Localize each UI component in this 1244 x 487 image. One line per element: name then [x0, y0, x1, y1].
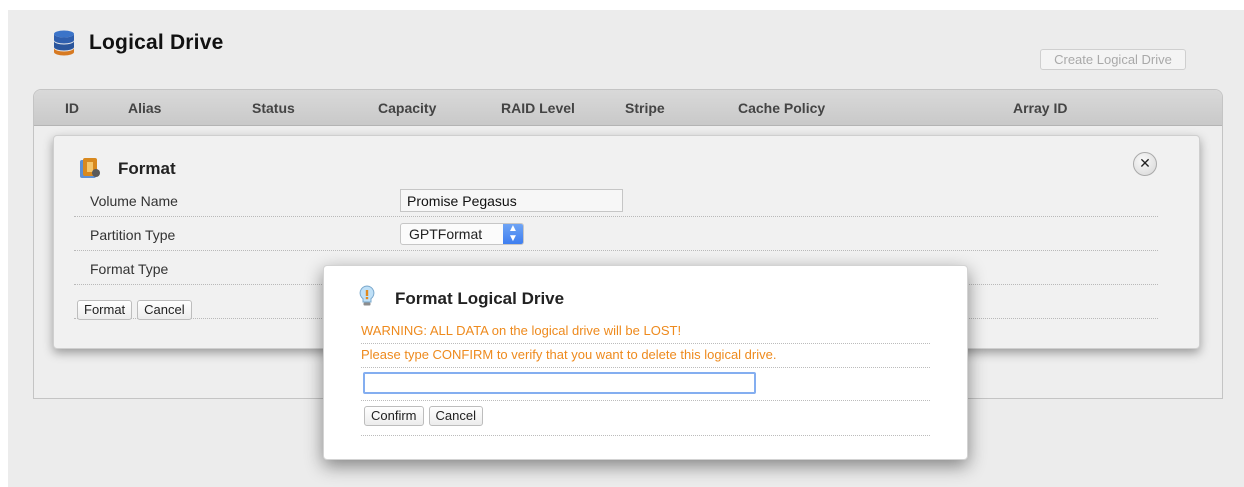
partition-type-label: Partition Type — [90, 227, 176, 243]
format-panel-title: Format — [118, 159, 176, 178]
partition-type-select[interactable]: GPTFormat ▲ ▼ — [400, 223, 524, 245]
volume-name-row: Volume Name Promise Pegasus — [74, 186, 1158, 217]
instruction-text: Please type CONFIRM to verify that you w… — [361, 346, 930, 368]
confirm-input[interactable] — [363, 372, 756, 394]
database-icon — [54, 30, 74, 56]
format-type-label: Format Type — [90, 261, 169, 277]
partition-type-value: GPTFormat — [409, 226, 483, 242]
column-header-cache-policy[interactable]: Cache Policy — [738, 90, 825, 126]
cancel-button[interactable]: Cancel — [137, 300, 192, 320]
column-header-status[interactable]: Status — [252, 90, 295, 126]
table-header: ID Alias Status Capacity RAID Level Stri… — [34, 90, 1222, 126]
page-header: Logical Drive — [53, 30, 223, 56]
column-header-stripe[interactable]: Stripe — [625, 90, 665, 126]
column-header-capacity[interactable]: Capacity — [378, 90, 436, 126]
column-header-id[interactable]: ID — [65, 90, 79, 126]
dialog-title: Format Logical Drive — [395, 289, 565, 308]
format-logical-drive-dialog: Format Logical Drive WARNING: ALL DATA o… — [323, 265, 968, 460]
warning-text: WARNING: ALL DATA on the logical drive w… — [361, 322, 930, 344]
dialog-buttons-row: Confirm Cancel — [361, 401, 930, 436]
page-title: Logical Drive — [89, 31, 224, 54]
partition-type-row: Partition Type GPTFormat ▲ ▼ — [74, 220, 1158, 251]
column-header-alias[interactable]: Alias — [128, 90, 161, 126]
dialog-cancel-button[interactable]: Cancel — [428, 406, 483, 426]
column-header-array-id[interactable]: Array ID — [1013, 90, 1067, 126]
confirm-input-row — [361, 369, 930, 401]
create-logical-drive-button[interactable]: Create Logical Drive — [1040, 49, 1186, 70]
dialog-buttons: Confirm Cancel — [364, 406, 483, 426]
volume-name-input[interactable]: Promise Pegasus — [400, 189, 623, 212]
format-panel-buttons: Format Cancel — [77, 300, 192, 320]
close-icon[interactable]: ✕ — [1133, 152, 1157, 176]
format-button[interactable]: Format — [77, 300, 133, 320]
column-header-raid-level[interactable]: RAID Level — [501, 90, 575, 126]
volume-name-label: Volume Name — [90, 193, 178, 209]
format-icon — [80, 158, 100, 178]
lightbulb-icon — [359, 285, 375, 306]
chevron-updown-icon: ▲ ▼ — [503, 224, 523, 244]
confirm-button[interactable]: Confirm — [364, 406, 424, 426]
